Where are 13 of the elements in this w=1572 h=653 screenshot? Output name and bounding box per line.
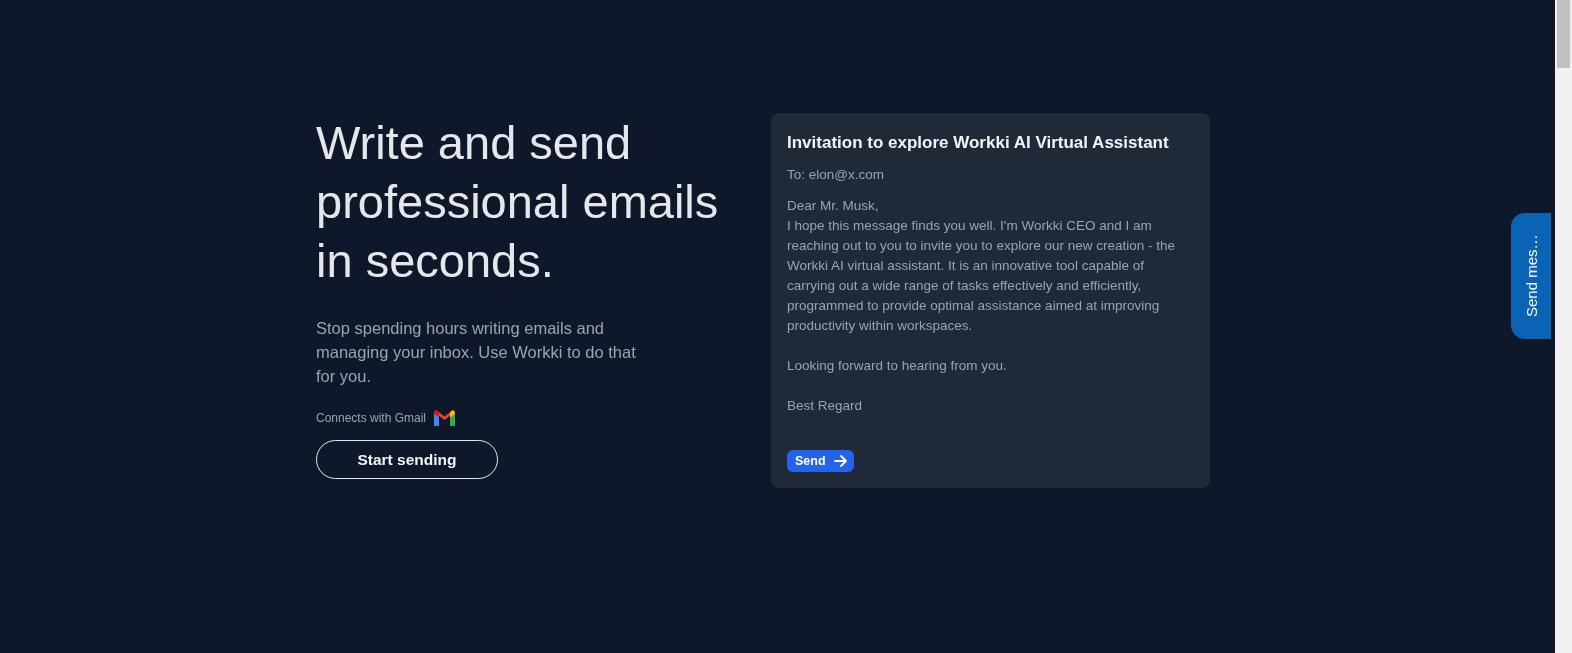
email-recipient: To: elon@x.com (787, 167, 885, 182)
arrow-right-icon (833, 455, 848, 467)
email-paragraph: Dear Mr. Musk, I hope this message finds you well. I'm Workki CEO and I am reaching out to you to invite you to explore our new creation - the Workki AI virtual assistant. It is an innovative tool capable of carrying out a wide range of tasks effectively and efficiently, programmed to provide optimal assistance aimed at improving productivity within workspaces. (787, 197, 1176, 335)
send-button[interactable]: Send (787, 450, 854, 472)
email-paragraph: Looking forward to hearing from you. (787, 357, 1008, 375)
send-message-tab[interactable]: Send mes… (1511, 213, 1551, 339)
hero-heading: Write and send professional emails in seconds. (316, 115, 720, 289)
connects-label: Connects with Gmail (316, 411, 427, 425)
scrollbar[interactable] (1555, 0, 1572, 653)
email-paragraph: Best Regard (787, 397, 864, 415)
email-subject: Invitation to explore Workki AI Virtual Assistant (787, 133, 1170, 153)
gmail-icon (434, 410, 456, 426)
hero-subheading: Stop spending hours writing emails and managing your inbox. Use Workki to do that for you. (316, 318, 637, 387)
